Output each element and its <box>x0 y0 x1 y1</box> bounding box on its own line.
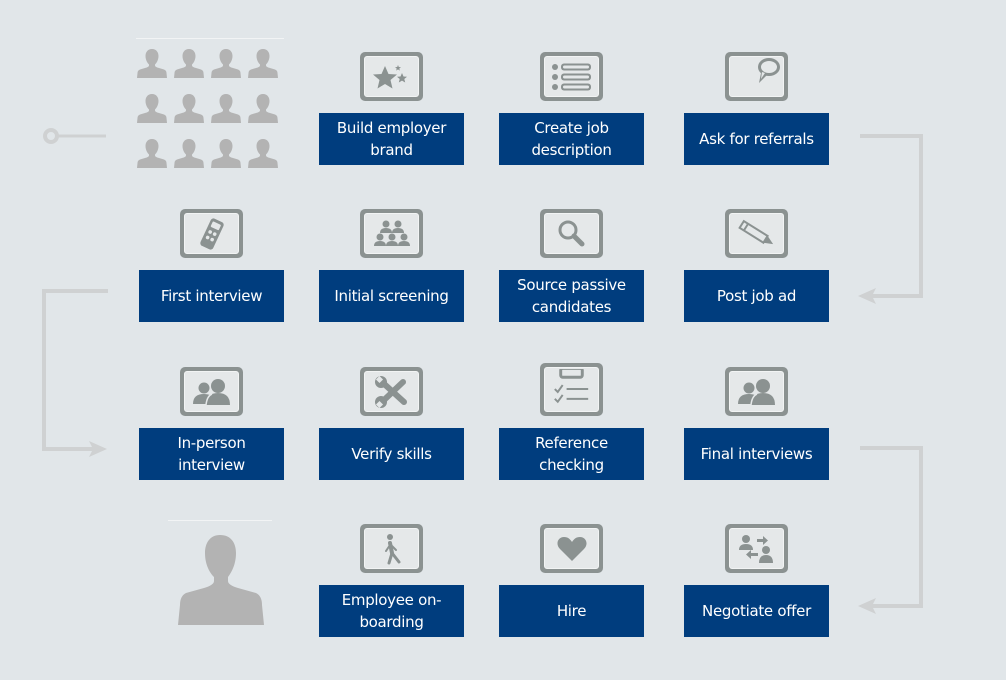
phone-icon <box>180 209 243 258</box>
step-label: Negotiate offer <box>684 585 829 637</box>
step-label: Build employer brand <box>319 113 464 165</box>
step-label: Post job ad <box>684 270 829 322</box>
pencil-icon <box>725 209 788 258</box>
tools-icon <box>360 367 423 416</box>
exchange-icon <box>725 524 788 573</box>
step-label: Employee on-boarding <box>319 585 464 637</box>
connector-row2-to-row3 <box>42 289 108 457</box>
walking-person-icon <box>360 524 423 573</box>
person-icon <box>248 49 278 78</box>
divider <box>136 38 284 39</box>
magnifier-icon <box>540 209 603 258</box>
person-icon <box>211 139 241 168</box>
hired-employee <box>168 520 272 631</box>
person-icon <box>211 49 241 78</box>
person-icon <box>137 139 167 168</box>
clipboard-icon <box>540 363 603 416</box>
two-people-icon <box>725 367 788 416</box>
person-icon <box>211 94 241 123</box>
person-icon <box>174 94 204 123</box>
person-icon <box>137 49 167 78</box>
person-icon <box>248 139 278 168</box>
step-label: Create job description <box>499 113 644 165</box>
step-label: Hire <box>499 585 644 637</box>
two-people-icon <box>180 367 243 416</box>
person-icon <box>174 139 204 168</box>
list-icon <box>540 52 603 101</box>
person-icon <box>248 94 278 123</box>
step-label: Final interviews <box>684 428 829 480</box>
candidate-pool <box>136 38 284 169</box>
step-label: Source passive candidates <box>499 270 644 322</box>
step-label: Ask for referrals <box>684 113 829 165</box>
stars-icon <box>360 52 423 101</box>
step-label: First interview <box>139 270 284 322</box>
group-icon <box>360 209 423 258</box>
connector-row1-to-row2 <box>858 134 923 304</box>
heart-icon <box>540 524 603 573</box>
connector-row3-to-row4 <box>858 446 923 614</box>
step-label: Verify skills <box>319 428 464 480</box>
step-label: In-person interview <box>139 428 284 480</box>
speech-bubble-icon <box>725 52 788 101</box>
person-icon <box>174 49 204 78</box>
start-connector <box>43 128 106 144</box>
candidate-pool-icon <box>136 47 284 169</box>
person-icon <box>137 94 167 123</box>
step-label: Reference checking <box>499 428 644 480</box>
step-label: Initial screening <box>319 270 464 322</box>
hired-employee-icon <box>178 535 264 625</box>
